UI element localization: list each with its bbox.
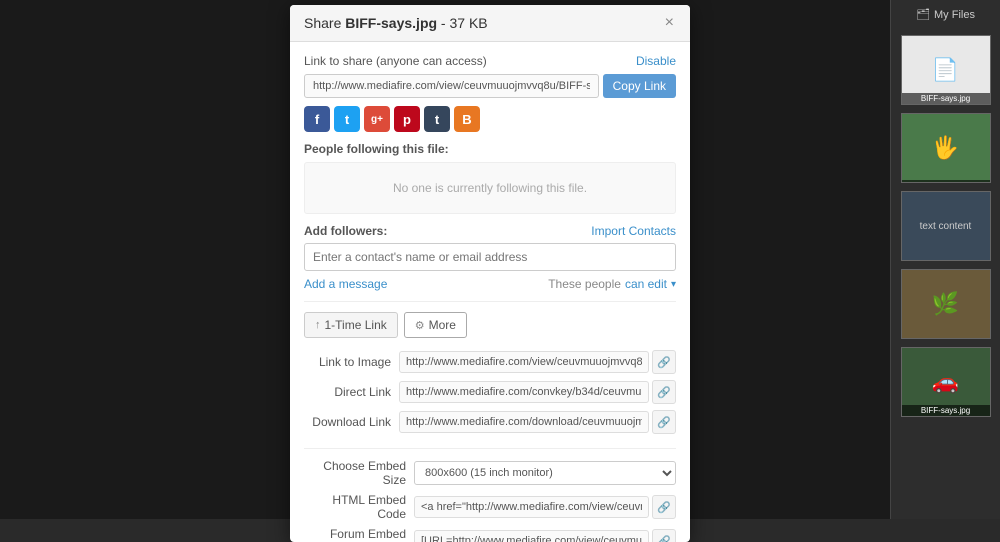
html-embed-label: HTML Embed Code	[304, 493, 414, 521]
chevron-down-icon: ▾	[671, 279, 676, 290]
twitter-icon[interactable]: t	[334, 106, 360, 132]
forum-embed-copy-button[interactable]: 🔗	[652, 529, 676, 542]
embed-size-label: Choose Embed Size	[304, 459, 414, 487]
folder-icon: 🗂	[916, 8, 930, 21]
these-people-label: These people	[548, 277, 621, 291]
filename: BIFF-says.jpg	[345, 15, 437, 31]
download-link-row: Download Link 🔗	[304, 410, 676, 434]
social-icons-row: f t g+ p t B	[304, 106, 676, 132]
add-followers-label: Add followers:	[304, 224, 387, 238]
tumblr-icon[interactable]: t	[424, 106, 450, 132]
link-share-row: Link to share (anyone can access) Disabl…	[304, 54, 676, 68]
share-text: Share	[304, 15, 345, 31]
these-people-row: These people can edit ▾	[548, 277, 676, 291]
tabs-row: ↑ 1-Time Link ⚙ More	[304, 301, 676, 338]
sidebar-thumb-4[interactable]: 🌿	[901, 269, 991, 339]
html-embed-copy-button[interactable]: 🔗	[652, 495, 676, 519]
blogger-icon[interactable]: B	[454, 106, 480, 132]
upload-icon: ↑	[315, 319, 321, 331]
direct-link-copy-button[interactable]: 🔗	[652, 380, 676, 404]
html-embed-row: HTML Embed Code 🔗	[304, 493, 676, 521]
forum-embed-row: Forum Embed Code 🔗	[304, 527, 676, 542]
download-link-copy-button[interactable]: 🔗	[652, 410, 676, 434]
share-modal: Share BIFF-says.jpg - 37 KB × Link to sh…	[290, 5, 690, 542]
link-to-image-row: Link to Image 🔗	[304, 350, 676, 374]
download-link-input[interactable]	[399, 411, 649, 433]
my-files-label: My Files	[934, 9, 975, 21]
modal-title: Share BIFF-says.jpg - 37 KB	[304, 15, 488, 31]
import-contacts-link[interactable]: Import Contacts	[591, 224, 676, 238]
sidebar-header: 🗂 My Files	[895, 8, 996, 21]
followers-input[interactable]	[304, 243, 676, 271]
thumb-image-4: 🌿	[902, 270, 990, 338]
filesize: 37 KB	[450, 15, 488, 31]
url-row: Copy Link	[304, 74, 676, 98]
pinterest-icon[interactable]: p	[394, 106, 420, 132]
thumb-image-3: text content	[902, 192, 990, 260]
can-edit-link[interactable]: can edit	[625, 277, 667, 291]
dash-separator: -	[437, 15, 449, 31]
add-message-row: Add a message These people can edit ▾	[304, 277, 676, 291]
embed-section: Choose Embed Size 800x600 (15 inch monit…	[304, 448, 676, 542]
forum-embed-input[interactable]	[414, 530, 649, 542]
link-to-image-copy-button[interactable]: 🔗	[652, 350, 676, 374]
copy-link-button[interactable]: Copy Link	[603, 74, 676, 98]
add-message-link[interactable]: Add a message	[304, 277, 387, 291]
direct-link-input[interactable]	[399, 381, 649, 403]
link-share-label: Link to share (anyone can access)	[304, 54, 487, 68]
link-to-image-label: Link to Image	[304, 355, 399, 369]
sidebar-thumb-2[interactable]: 🖐	[901, 113, 991, 183]
sidebar-thumb-5[interactable]: 🚗 BIFF-says.jpg	[901, 347, 991, 417]
embed-size-select[interactable]: 800x600 (15 inch monitor)	[414, 461, 676, 485]
link-to-image-input[interactable]	[399, 351, 649, 373]
thumb-label-2	[902, 180, 990, 182]
sidebar-thumb-1[interactable]: 📄 BIFF-says.jpg	[901, 35, 991, 105]
thumb-label-5: BIFF-says.jpg	[902, 405, 990, 416]
followers-section-label: People following this file:	[304, 142, 676, 156]
followers-empty-message: No one is currently following this file.	[304, 162, 676, 214]
modal-body: Link to share (anyone can access) Disabl…	[290, 42, 690, 542]
embed-size-row: Choose Embed Size 800x600 (15 inch monit…	[304, 459, 676, 487]
add-followers-row: Add followers: Import Contacts	[304, 224, 676, 238]
thumb-label-1: BIFF-says.jpg	[902, 93, 990, 104]
more-tab[interactable]: ⚙ More	[404, 312, 467, 338]
facebook-icon[interactable]: f	[304, 106, 330, 132]
share-url-input[interactable]	[304, 74, 599, 98]
direct-link-label: Direct Link	[304, 385, 399, 399]
gear-icon: ⚙	[415, 319, 425, 332]
html-embed-input[interactable]	[414, 496, 649, 518]
sidebar-thumb-3[interactable]: text content	[901, 191, 991, 261]
disable-link[interactable]: Disable	[636, 54, 676, 68]
link-fields-section: Link to Image 🔗 Direct Link 🔗 Download L…	[304, 350, 676, 434]
close-button[interactable]: ×	[663, 15, 676, 31]
thumb-image-2: 🖐	[902, 114, 990, 182]
forum-embed-label: Forum Embed Code	[304, 527, 414, 542]
modal-header: Share BIFF-says.jpg - 37 KB ×	[290, 5, 690, 42]
direct-link-row: Direct Link 🔗	[304, 380, 676, 404]
one-time-link-tab[interactable]: ↑ 1-Time Link	[304, 312, 398, 338]
one-time-link-label: 1-Time Link	[325, 318, 387, 332]
google-plus-icon[interactable]: g+	[364, 106, 390, 132]
more-label: More	[429, 318, 456, 332]
right-sidebar: 🗂 My Files 📄 BIFF-says.jpg 🖐 text conten…	[890, 0, 1000, 519]
download-link-label: Download Link	[304, 415, 399, 429]
